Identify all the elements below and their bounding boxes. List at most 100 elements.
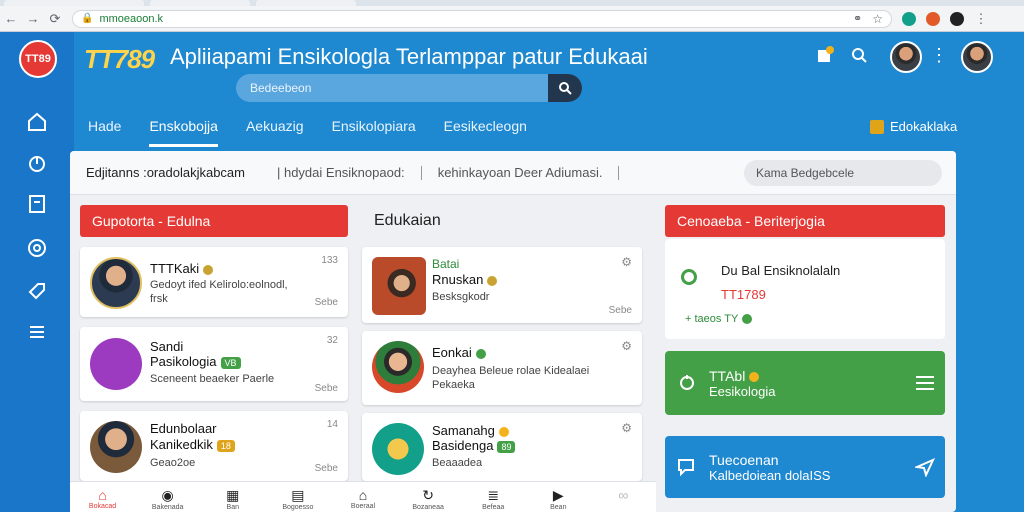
coin-icon: [749, 371, 760, 382]
bottom-nav: ⌂ Bokacad ◉ Bakenada ▦ Ban ▤ Bogoesso ⌂ Boera…: [70, 481, 656, 512]
list-item[interactable]: TTTKaki Gedoyt ifed Kelirolo:eolnodl, fr…: [80, 247, 348, 317]
search-button[interactable]: [548, 74, 582, 102]
home-icon[interactable]: [26, 111, 48, 133]
column-header-left[interactable]: Gupotorta - Edulna: [80, 205, 348, 237]
status-badge: VB: [220, 356, 241, 369]
tab-ensikolopiara[interactable]: Ensikolopiara: [332, 118, 416, 147]
settings-icon[interactable]: ⚙: [621, 339, 632, 353]
tab-education-link[interactable]: Edokaklaka: [870, 119, 957, 134]
nav-item[interactable]: ↻ Bozaneaa: [412, 487, 444, 511]
action-title: TTAbl: [709, 367, 746, 384]
settings-icon[interactable]: ⚙: [621, 421, 632, 435]
browser-toolbar: ← → ⟳ 🔒 mmoeaoon.k ⚭ ☆ ⋮: [0, 6, 1024, 32]
avatar: [90, 257, 142, 309]
app-logo[interactable]: TT89: [19, 40, 57, 78]
item-title-text: Pasikologia: [150, 354, 217, 369]
nav-item[interactable]: ◉ Bakenada: [152, 487, 184, 511]
search-icon[interactable]: [848, 44, 870, 66]
list-item[interactable]: Sandi Pasikologia VB Sceneent beaeker Pae…: [80, 327, 348, 401]
settings-icon[interactable]: ⚙: [621, 255, 632, 269]
item-title-2: Kanikedkik 18: [150, 437, 235, 452]
item-title: Batai: [432, 257, 460, 271]
play-icon: ▶: [552, 487, 564, 503]
nav-item[interactable]: ∞: [613, 487, 633, 507]
avatar: [90, 421, 142, 473]
item-title: Sandi: [150, 339, 184, 354]
nav-label: Boeraal: [350, 503, 376, 510]
item-title-2: Rnuskan: [432, 272, 498, 287]
nav-home[interactable]: ⌂ Bokacad: [89, 487, 116, 510]
item-count: 32: [326, 335, 338, 346]
search-input[interactable]: Bedeebeon: [236, 81, 548, 95]
nav-label: Ban: [226, 504, 239, 511]
tab-eesikecleogn[interactable]: Eesikecleogn: [444, 118, 527, 147]
item-title-text: Samanahg: [432, 423, 495, 438]
activity-icon[interactable]: [26, 153, 48, 175]
nav-label: Bogoesso: [282, 504, 314, 511]
reload-icon[interactable]: ⟳: [44, 8, 66, 30]
item-subtitle: Sceneent beaeker Paerle: [150, 373, 275, 385]
item-subtitle: Pekaeka: [432, 379, 475, 391]
brand-logo[interactable]: TT789: [84, 44, 155, 75]
coin-icon: [498, 426, 509, 437]
list-item[interactable]: Edunbolaar Kanikedkik 18 Geao2oe 14 Sebe: [80, 411, 348, 481]
item-title: Samanahg: [432, 423, 509, 438]
action-card-secondary[interactable]: Tuecoenan Kalbedoiean dolaISS: [665, 436, 945, 498]
address-bar[interactable]: 🔒 mmoeaoon.k ⚭ ☆: [72, 9, 892, 28]
stat-note: + taeos TY: [685, 313, 753, 325]
extension-icon[interactable]: [926, 11, 940, 26]
refresh-icon: [680, 375, 694, 390]
item-subtitle: Beaaadea: [432, 457, 483, 469]
item-title: Edunbolaar: [150, 421, 217, 436]
main-tabs: Hade Enskobojja Aekuazig Ensikolopiara E…: [88, 118, 527, 147]
nav-item[interactable]: ▦ Ban: [223, 487, 243, 511]
nav-item[interactable]: ▤ Bogoesso: [282, 487, 313, 511]
action-subtitle: Kalbedoiean dolaISS: [709, 467, 831, 483]
filter-item[interactable]: Edjitanns :oradolakjkabcam: [70, 165, 261, 180]
nav-item[interactable]: ▶ Bean: [548, 487, 568, 511]
list-item[interactable]: Eonkai Deayhea Beleue rolae Kidealaei Pe…: [362, 331, 642, 405]
action-card-primary[interactable]: TTAbl Eesikologia: [665, 351, 945, 415]
extension-icon[interactable]: [902, 11, 916, 26]
filter-bar: Edjitanns :oradolakjkabcam | hdydai Ensi…: [70, 151, 956, 195]
stat-note-text: + taeos TY: [685, 313, 739, 325]
list-item[interactable]: Batai Rnuskan Besksgkodr ⚙ Sebe: [362, 247, 642, 323]
tab-enskobojja[interactable]: Enskobojja: [149, 118, 218, 147]
filter-item[interactable]: | hdydai Ensiknopaod:: [261, 165, 421, 180]
avatar[interactable]: [890, 41, 922, 73]
document-icon[interactable]: [26, 193, 48, 215]
search-bar[interactable]: Bedeebeon: [236, 74, 582, 102]
menu-icon[interactable]: ⋮: [970, 8, 992, 30]
item-title-text: Basidenga: [432, 438, 494, 453]
item-title: TTTKaki: [150, 261, 214, 276]
list-item[interactable]: Samanahg Basidenga 89 Beaaadea ⚙: [362, 413, 642, 481]
circle-icon: ◉: [161, 487, 174, 503]
tag-icon[interactable]: [26, 280, 48, 302]
star-icon[interactable]: ☆: [872, 12, 883, 26]
list-icon[interactable]: [26, 321, 48, 343]
status-ring-icon: [681, 269, 697, 285]
tab-aekuazig[interactable]: Aekuazig: [246, 118, 304, 147]
tab-home[interactable]: Hade: [88, 118, 121, 147]
column-header-right[interactable]: Cenoaeba - Beriterjogia: [665, 205, 945, 237]
link-icon[interactable]: ⚭: [853, 12, 862, 25]
notification-icon[interactable]: [814, 44, 836, 66]
more-icon[interactable]: ⋮: [928, 44, 950, 66]
target-icon[interactable]: [26, 237, 48, 259]
search-icon: [559, 82, 572, 95]
item-title-text: Kanikedkik: [150, 437, 213, 452]
avatar[interactable]: [961, 41, 993, 73]
nav-item[interactable]: ⌂ Boeraal: [350, 487, 376, 510]
item-date: Sebe: [314, 297, 338, 308]
filter-item[interactable]: kehinkayoan Deer Adiumasi.: [422, 165, 619, 180]
nav-item[interactable]: ≣ Befeaa: [482, 487, 504, 511]
status-dot: [742, 314, 753, 325]
extension-icon[interactable]: [950, 11, 964, 26]
item-date: Sebe: [608, 305, 632, 316]
chat-icon: [678, 459, 694, 477]
item-count: 14: [326, 419, 338, 430]
lock-icon: 🔒: [81, 13, 94, 24]
forward-icon[interactable]: →: [22, 8, 44, 30]
back-icon[interactable]: ←: [0, 8, 22, 30]
filter-search-input[interactable]: Kama Bedgebcele: [744, 160, 942, 186]
